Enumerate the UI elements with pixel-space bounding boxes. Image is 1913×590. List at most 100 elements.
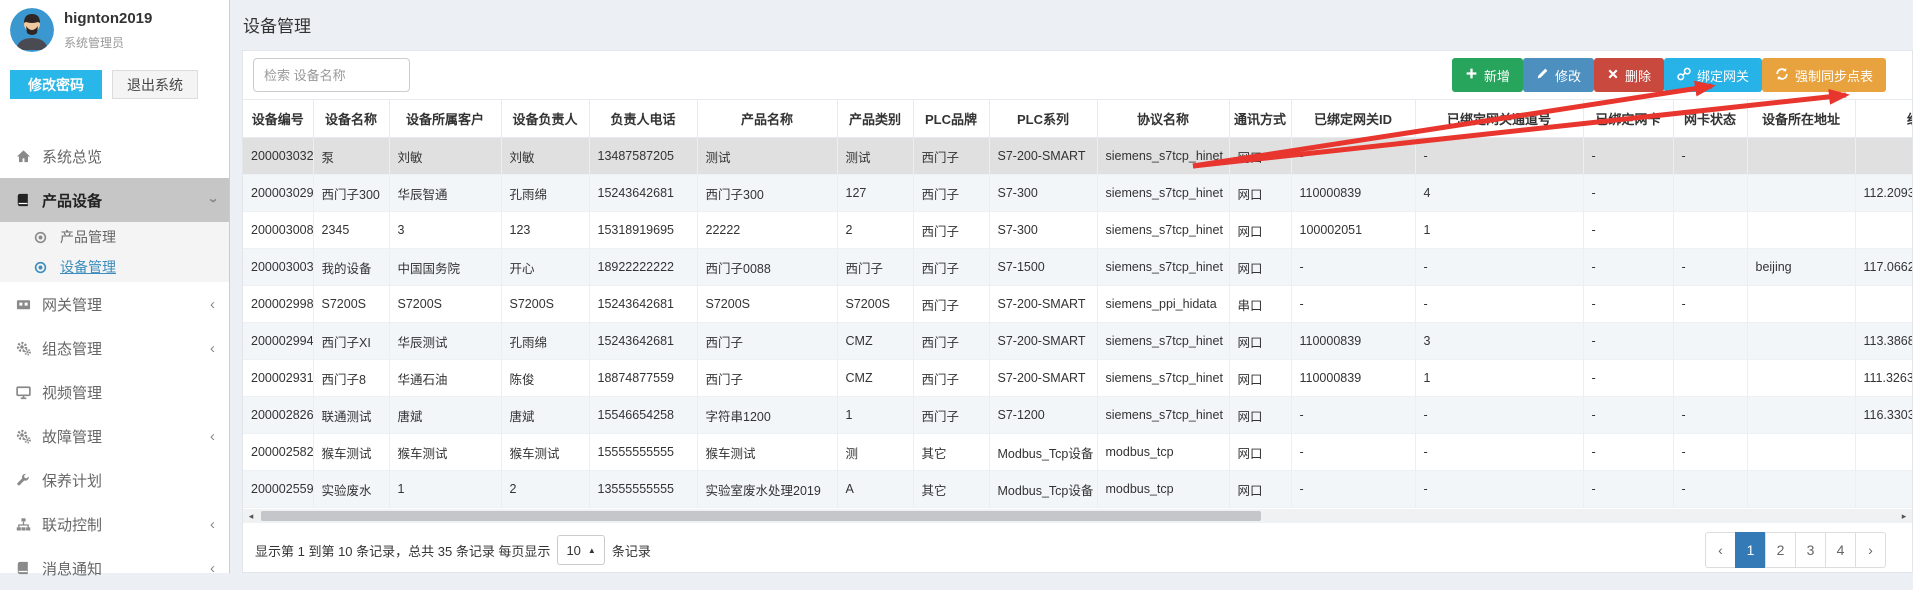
column-header-产品名称[interactable]: 产品名称 bbox=[697, 100, 837, 138]
sidebar-item-产品设备[interactable]: 产品设备 ‹ bbox=[0, 178, 229, 222]
column-header-已绑定网关通道号[interactable]: 已绑定网关通道号 bbox=[1415, 100, 1583, 138]
pager-page-1[interactable]: 1 bbox=[1735, 532, 1766, 568]
绑定网关-button[interactable]: 绑定网关 bbox=[1664, 58, 1762, 92]
cell: A bbox=[837, 471, 913, 508]
cell: 123 bbox=[501, 212, 589, 249]
table-row[interactable]: 200003003我的设备中国国务院开心18922222222西门子0088西门… bbox=[243, 249, 1912, 286]
删除-button[interactable]: 删除 bbox=[1594, 58, 1664, 92]
sidebar-item-视频管理[interactable]: 视频管理 bbox=[0, 370, 229, 414]
column-header-设备负责人[interactable]: 设备负责人 bbox=[501, 100, 589, 138]
cell: 网口 bbox=[1229, 360, 1291, 397]
pager-page-2[interactable]: 2 bbox=[1765, 532, 1796, 568]
table-row[interactable]: 200002582猴车测试猴车测试猴车测试15555555555猴车测试测其它M… bbox=[243, 434, 1912, 471]
修改-button[interactable]: 修改 bbox=[1523, 58, 1594, 92]
cell: 其它 bbox=[913, 434, 989, 471]
page-size-dropdown[interactable]: 10 ▲ bbox=[557, 535, 604, 565]
column-header-网卡状态[interactable]: 网卡状态 bbox=[1673, 100, 1747, 138]
table-row[interactable]: 200003032泵刘敏刘敏13487587205测试测试西门子S7-200-S… bbox=[243, 138, 1912, 175]
table-row[interactable]: 200002994西门子XI华辰测试孔雨绵15243642681西门子CMZ西门… bbox=[243, 323, 1912, 360]
cell: 西门子XI bbox=[313, 323, 389, 360]
scrollbar-track[interactable] bbox=[259, 510, 1896, 522]
table-row[interactable]: 2000030082345312315318919695222222西门子S7-… bbox=[243, 212, 1912, 249]
cell: - bbox=[1673, 434, 1747, 471]
cell: 100002051 bbox=[1291, 212, 1415, 249]
cell: siemens_s7tcp_hinet bbox=[1097, 360, 1229, 397]
cell: 200002559 bbox=[243, 471, 313, 508]
column-header-设备所在地址[interactable]: 设备所在地址 bbox=[1747, 100, 1855, 138]
cell bbox=[1855, 286, 1912, 323]
cell: 13487587205 bbox=[589, 138, 697, 175]
cell: CMZ bbox=[837, 323, 913, 360]
table-row[interactable]: 200003029西门子300华辰智通孔雨绵15243642681西门子3001… bbox=[243, 175, 1912, 212]
sidebar-item-故障管理[interactable]: 故障管理 ‹ bbox=[0, 414, 229, 458]
新增-button[interactable]: 新增 bbox=[1452, 58, 1523, 92]
horizontal-scrollbar[interactable]: ◂ ▸ bbox=[243, 509, 1912, 523]
column-header-已绑定网卡[interactable]: 已绑定网卡 bbox=[1583, 100, 1673, 138]
cell: 西门子 bbox=[837, 249, 913, 286]
column-header-设备名称[interactable]: 设备名称 bbox=[313, 100, 389, 138]
cell: - bbox=[1291, 138, 1415, 175]
book-icon bbox=[16, 193, 42, 207]
table-row[interactable]: 200002559实验废水1213555555555实验室废水处理2019A其它… bbox=[243, 471, 1912, 508]
cell: 127 bbox=[837, 175, 913, 212]
column-header-负责人电话[interactable]: 负责人电话 bbox=[589, 100, 697, 138]
change-password-button[interactable]: 修改密码 bbox=[10, 70, 102, 99]
column-header-协议名称[interactable]: 协议名称 bbox=[1097, 100, 1229, 138]
sidebar-item-组态管理[interactable]: 组态管理 ‹ bbox=[0, 326, 229, 370]
chevron-left-icon: ‹ bbox=[210, 561, 215, 576]
cell: - bbox=[1291, 434, 1415, 471]
scrollbar-thumb[interactable] bbox=[261, 511, 1261, 521]
cell: 1 bbox=[837, 397, 913, 434]
column-header-设备编号[interactable]: 设备编号 bbox=[243, 100, 313, 138]
column-header-已绑定网关ID[interactable]: 已绑定网关ID bbox=[1291, 100, 1415, 138]
cell: 200002994 bbox=[243, 323, 313, 360]
cell: 200003008 bbox=[243, 212, 313, 249]
sidebar-item-网关管理[interactable]: 网关管理 ‹ bbox=[0, 282, 229, 326]
cell bbox=[1673, 323, 1747, 360]
column-header-PLC系列[interactable]: PLC系列 bbox=[989, 100, 1097, 138]
pager-page-4[interactable]: 4 bbox=[1825, 532, 1856, 568]
cell: 2 bbox=[501, 471, 589, 508]
cell: 西门子0088 bbox=[697, 249, 837, 286]
scroll-left-icon[interactable]: ◂ bbox=[243, 511, 259, 522]
cell: 200003029 bbox=[243, 175, 313, 212]
cell: 西门子 bbox=[913, 249, 989, 286]
cell: 200002582 bbox=[243, 434, 313, 471]
table-row[interactable]: 200002826联通测试唐斌唐斌15546654258字符串12001西门子S… bbox=[243, 397, 1912, 434]
强制同步点表-button[interactable]: 强制同步点表 bbox=[1762, 58, 1886, 92]
column-header-设备所属客户[interactable]: 设备所属客户 bbox=[389, 100, 501, 138]
cell: S7-200-SMART bbox=[989, 323, 1097, 360]
table-row[interactable]: 200002998S7200SS7200SS7200S15243642681S7… bbox=[243, 286, 1912, 323]
cell: 西门子 bbox=[913, 212, 989, 249]
chevron-left-icon: ‹ bbox=[210, 517, 215, 532]
sidebar-item-系统总览[interactable]: 系统总览 bbox=[0, 134, 229, 178]
cell: - bbox=[1291, 397, 1415, 434]
cell: 15318919695 bbox=[589, 212, 697, 249]
cell: 西门子 bbox=[913, 397, 989, 434]
cell: 112.2093 bbox=[1855, 175, 1912, 212]
cell: 其它 bbox=[913, 471, 989, 508]
column-header-通讯方式[interactable]: 通讯方式 bbox=[1229, 100, 1291, 138]
search-input[interactable] bbox=[253, 58, 410, 92]
sidebar-item-联动控制[interactable]: 联动控制 ‹ bbox=[0, 502, 229, 546]
cell: S7-300 bbox=[989, 175, 1097, 212]
cell: S7-200-SMART bbox=[989, 360, 1097, 397]
sidebar-item-设备管理[interactable]: 设备管理 bbox=[0, 252, 229, 282]
gears-icon bbox=[16, 341, 42, 356]
cell: 200002826 bbox=[243, 397, 313, 434]
sidebar-item-产品管理[interactable]: 产品管理 bbox=[0, 222, 229, 252]
pager-next[interactable]: › bbox=[1855, 532, 1886, 568]
cell: S7200S bbox=[837, 286, 913, 323]
column-header-经度[interactable]: 经度 bbox=[1855, 100, 1912, 138]
pager-page-3[interactable]: 3 bbox=[1795, 532, 1826, 568]
cell: - bbox=[1415, 138, 1583, 175]
logout-button[interactable]: 退出系统 bbox=[112, 70, 198, 99]
scroll-right-icon[interactable]: ▸ bbox=[1896, 511, 1912, 522]
sidebar-item-保养计划[interactable]: 保养计划 bbox=[0, 458, 229, 502]
column-header-产品类别[interactable]: 产品类别 bbox=[837, 100, 913, 138]
pager-prev[interactable]: ‹ bbox=[1705, 532, 1736, 568]
cell: - bbox=[1291, 249, 1415, 286]
table-row[interactable]: 200002931西门子8华通石油陈俊18874877559西门子CMZ西门子S… bbox=[243, 360, 1912, 397]
column-header-PLC品牌[interactable]: PLC品牌 bbox=[913, 100, 989, 138]
sidebar-item-消息通知[interactable]: 消息通知 ‹ bbox=[0, 546, 229, 590]
